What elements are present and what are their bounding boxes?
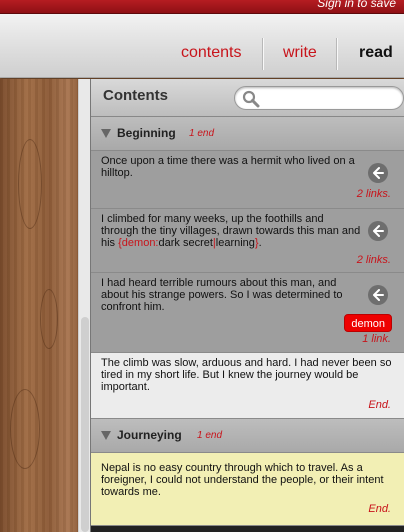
scrollbar-track[interactable] [78, 79, 90, 532]
entry-text: I had heard terrible rumours about this … [101, 277, 343, 313]
entry-text: Once upon a time there was a hermit who … [101, 155, 355, 179]
entry-links[interactable]: 2 links. [357, 188, 391, 200]
section-header-journeying[interactable]: Journeying 1 end [91, 419, 404, 453]
wood-grain [40, 289, 58, 349]
entry-links[interactable]: 2 links. [357, 254, 391, 266]
entry-text: The climb was slow, arduous and hard. I … [101, 357, 392, 393]
section-name: Journeying [117, 428, 182, 442]
wood-background [0, 79, 80, 532]
entry-text: Nepal is no easy country through which t… [101, 462, 384, 498]
nav-bar: contents write read [0, 14, 404, 78]
collapse-triangle-icon[interactable] [101, 129, 111, 138]
search-box[interactable] [234, 86, 404, 110]
panel-title: Contents [103, 87, 168, 104]
arrow-left-icon[interactable] [368, 285, 388, 305]
top-bar: Sign in to save [0, 0, 404, 14]
entry-end-label: End. [368, 399, 391, 411]
wood-grain [10, 389, 40, 469]
section-end-count: 1 end [197, 430, 223, 441]
entry-end-label: End. [368, 503, 391, 515]
nav-contents-link[interactable]: contents [181, 44, 241, 62]
section-name: Beginning [117, 126, 176, 140]
section-header-beginning[interactable]: Beginning 1 end [91, 117, 404, 151]
list-item[interactable]: I climbed for many weeks, up the foothil… [91, 209, 404, 273]
list-item[interactable]: Nepal is no easy country through which t… [91, 453, 404, 526]
search-icon [242, 90, 260, 108]
nav-divider [336, 38, 337, 70]
list-item[interactable]: The climb was slow, arduous and hard. I … [91, 353, 404, 419]
list-item[interactable]: I had heard terrible rumours about this … [91, 273, 404, 353]
bottom-bar [91, 526, 404, 532]
arrow-left-icon[interactable] [368, 163, 388, 183]
panel-header: Contents [91, 79, 404, 117]
arrow-left-icon[interactable] [368, 221, 388, 241]
demon-tag-button[interactable]: demon [344, 314, 392, 332]
sign-in-link[interactable]: Sign in to save [317, 0, 396, 10]
section-end-count: 1 end [189, 128, 215, 139]
entry-text: I climbed for many weeks, up the foothil… [101, 213, 361, 249]
nav-read-link[interactable]: read [359, 44, 393, 62]
nav-write-link[interactable]: write [283, 44, 317, 62]
contents-panel: Contents Beginning 1 end Once upon a tim… [90, 79, 404, 532]
search-input[interactable] [263, 90, 399, 106]
scrollbar-thumb[interactable] [81, 317, 89, 532]
nav-divider [262, 38, 263, 70]
entry-links[interactable]: 1 link. [362, 333, 391, 345]
list-item[interactable]: Once upon a time there was a hermit who … [91, 151, 404, 209]
wood-grain [18, 139, 42, 229]
collapse-triangle-icon[interactable] [101, 431, 111, 440]
